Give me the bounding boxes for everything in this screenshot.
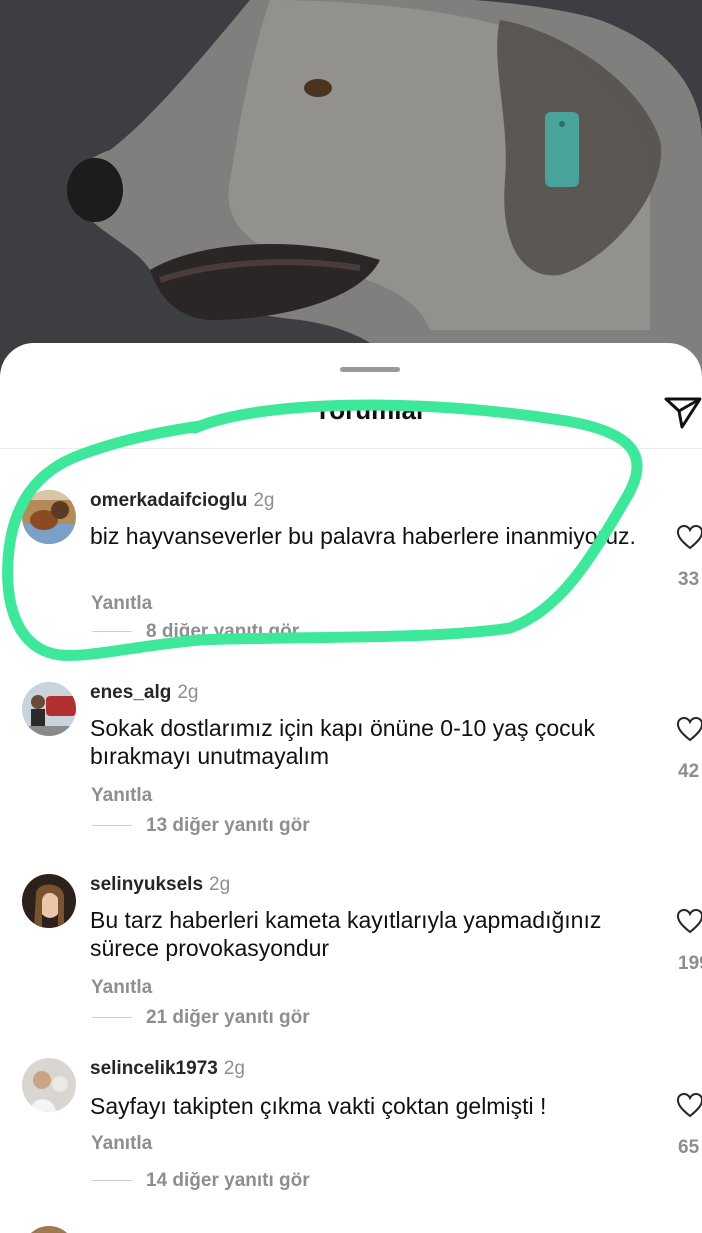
comment-text: Sokak dostlarımız için kapı önüne 0-10 y… — [90, 715, 595, 769]
view-more-replies[interactable]: 21 diğer yanıtı gör — [92, 1007, 310, 1029]
reply-button[interactable]: Yanıtla — [91, 977, 152, 999]
more-replies-label: 13 diğer yanıtı gör — [146, 815, 310, 836]
like-count: 33 — [678, 569, 700, 590]
heart-outline-icon[interactable] — [676, 524, 702, 550]
comment-username[interactable]: selinyuksels — [90, 874, 203, 895]
like-count: 199 — [678, 953, 702, 974]
header-divider — [0, 448, 702, 449]
view-more-replies[interactable]: 14 diğer yanıtı gör — [92, 1170, 310, 1192]
comment-time: 2g — [209, 874, 231, 895]
comment-header: selinyuksels 2g — [90, 874, 230, 896]
reply-button[interactable]: Yanıtla — [91, 785, 152, 807]
replies-line — [92, 825, 132, 827]
avatar[interactable] — [22, 682, 76, 736]
comment-username[interactable]: omerkadaifcioglu — [90, 490, 247, 511]
avatar[interactable] — [22, 490, 76, 544]
more-replies-label: 21 diğer yanıtı gör — [146, 1007, 310, 1028]
next-avatar-partial — [22, 1226, 76, 1233]
comment-username[interactable]: selincelik1973 — [90, 1058, 218, 1079]
comment-text: Sayfayı takipten çıkma vakti çoktan gelm… — [90, 1093, 547, 1119]
replies-line — [92, 631, 132, 633]
paper-plane-icon[interactable] — [660, 391, 702, 431]
comment-text: Bu tarz haberleri kameta kayıtlarıyla ya… — [90, 907, 602, 961]
heart-outline-icon[interactable] — [676, 908, 702, 934]
comment-time: 2g — [223, 1058, 245, 1079]
comment-text: biz hayvanseverler bu palavra haberlere … — [90, 523, 636, 549]
comment-time: 2g — [177, 682, 199, 703]
sheet-title: Yorumlar — [313, 395, 427, 425]
view-more-replies[interactable]: 8 diğer yanıtı gör — [92, 621, 299, 643]
comment-header: omerkadaifcioglu 2g — [90, 490, 274, 512]
more-replies-label: 14 diğer yanıtı gör — [146, 1170, 310, 1191]
like-count: 42 — [678, 761, 700, 782]
avatar[interactable] — [22, 874, 76, 928]
reply-button[interactable]: Yanıtla — [91, 593, 152, 615]
comment-time: 2g — [253, 490, 275, 511]
heart-outline-icon[interactable] — [676, 1092, 702, 1118]
view-more-replies[interactable]: 13 diğer yanıtı gör — [92, 815, 310, 837]
sheet-grabber[interactable] — [340, 367, 400, 372]
comment-username[interactable]: enes_alg — [90, 682, 171, 703]
comment-header: enes_alg 2g — [90, 682, 198, 704]
reply-button[interactable]: Yanıtla — [91, 1133, 152, 1155]
avatar[interactable] — [22, 1058, 76, 1112]
background-post-photo — [0, 0, 702, 400]
more-replies-label: 8 diğer yanıtı gör — [146, 621, 300, 642]
like-count: 65 — [678, 1137, 700, 1158]
replies-line — [92, 1180, 132, 1182]
comment-header: selincelik1973 2g — [90, 1058, 245, 1080]
replies-line — [92, 1017, 132, 1019]
heart-outline-icon[interactable] — [676, 716, 702, 742]
